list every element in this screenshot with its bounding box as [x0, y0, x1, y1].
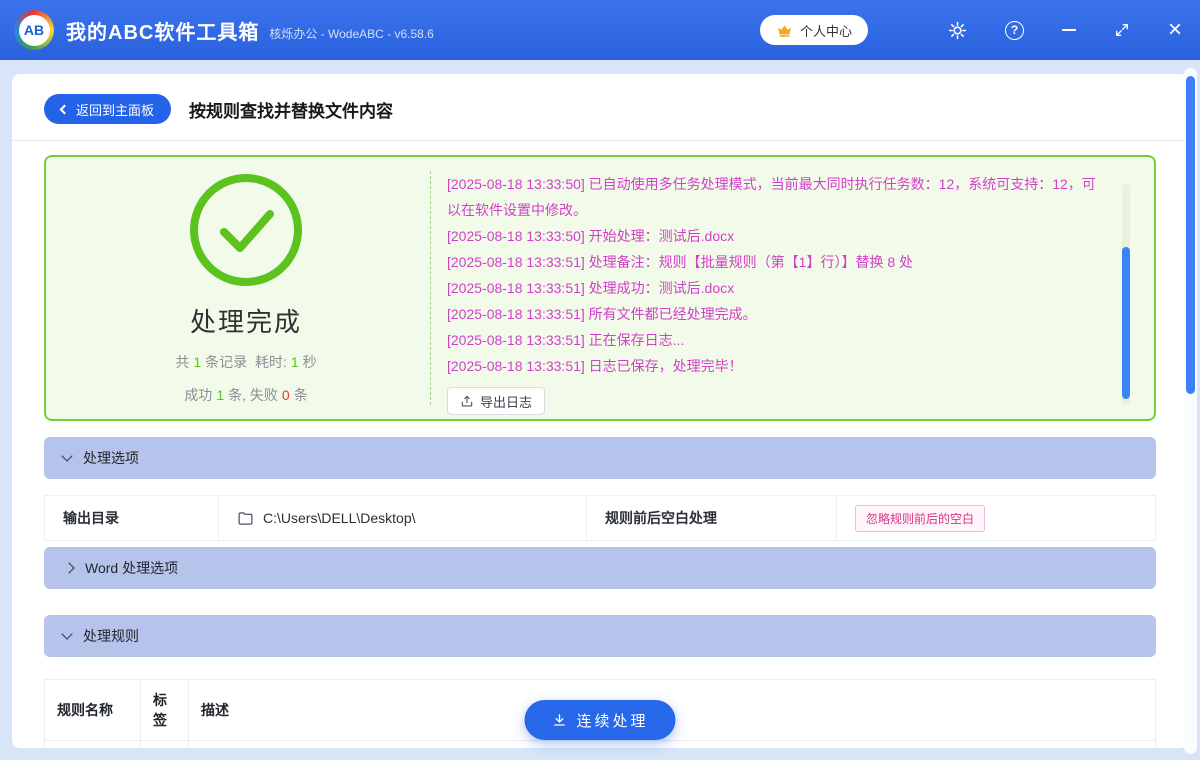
log-scrollbar-track[interactable] [1122, 183, 1130, 405]
rule-table-row[interactable]: 默认规则 规则类型：查找并替换文本，查找类型：批量精确文本，在这些内容中逐行查找… [44, 740, 1156, 748]
log-area: [2025-08-18 13:33:50] 已自动使用多任务处理模式，当前最大同… [431, 169, 1138, 415]
column-header-tag: 标签 [140, 679, 189, 741]
log-line: [2025-08-18 13:33:51] 日志已保存，处理完毕！ [447, 358, 743, 374]
log-line: [2025-08-18 13:33:51] 正在保存日志... [447, 332, 685, 348]
page-header: 返回到主面板 按规则查找并替换文件内容 [12, 74, 1188, 141]
continue-icon [554, 714, 565, 726]
main-card: 返回到主面板 按规则查找并替换文件内容 处理完成 共 1 条记录 耗时: 1 秒 成功 1… [12, 74, 1188, 748]
stats-result-line: 成功 1 条, 失败 0 条 [184, 386, 308, 403]
app-logo-text: AB [18, 14, 50, 46]
minimize-icon [1061, 29, 1076, 31]
section-header-word-options[interactable]: Word 处理选项 [44, 547, 1156, 589]
stats-total-line: 共 1 条记录 耗时: 1 秒 [175, 353, 317, 370]
chevron-down-icon [61, 628, 73, 640]
close-button[interactable]: × [1168, 18, 1182, 42]
whitespace-ignore-tag[interactable]: 忽略规则前后的空白 [855, 504, 986, 532]
log-line: [2025-08-18 13:33:50] 已自动使用多任务处理模式，当前最大同… [447, 176, 1096, 218]
output-dir-value: C:\Users\DELL\Desktop\ [263, 510, 416, 526]
rule-description-cell: 规则类型：查找并替换文本，查找类型：批量精确文本，在这些内容中逐行查找替换，查找… [188, 740, 1156, 748]
help-button[interactable]: ? [1004, 20, 1024, 40]
log-line: [2025-08-18 13:33:51] 所有文件都已经处理完成。 [447, 306, 757, 322]
close-icon: × [1167, 16, 1182, 43]
result-panel: 处理完成 共 1 条记录 耗时: 1 秒 成功 1 条, 失败 0 条 [2025-08-18 … [44, 155, 1156, 421]
resize-button[interactable] [1114, 22, 1130, 38]
status-title: 处理完成 [189, 306, 302, 337]
section-header-processing-rules[interactable]: 处理规则 [44, 615, 1156, 657]
fail-count: 0 [281, 386, 290, 403]
total-count: 1 [193, 353, 202, 370]
back-to-dashboard-button[interactable]: 返回到主面板 [44, 94, 172, 124]
app-title: 我的ABC软件工具箱 [66, 21, 260, 44]
rule-tag-cell [140, 740, 189, 748]
folder-icon [238, 511, 253, 525]
result-summary: 处理完成 共 1 条记录 耗时: 1 秒 成功 1 条, 失败 0 条 [62, 169, 430, 407]
expand-icon [1115, 24, 1128, 36]
section-title: 处理选项 [83, 450, 139, 466]
app-subtitle: 核烁办公 - WodeABC - v6.58.6 [269, 27, 434, 41]
export-log-label: 导出日志 [480, 394, 533, 410]
settings-button[interactable] [948, 21, 967, 40]
chevron-left-icon [59, 104, 70, 114]
section-title: 处理规则 [83, 628, 139, 644]
chevron-right-icon [63, 562, 75, 574]
titlebar: AB 我的ABC软件工具箱 核烁办公 - WodeABC - v6.58.6 个… [0, 0, 1200, 60]
output-dir-field[interactable]: C:\Users\DELL\Desktop\ [219, 496, 587, 540]
export-log-button[interactable]: 导出日志 [447, 387, 546, 415]
log-line: [2025-08-18 13:33:51] 处理备注：规则【批量规则（第【1】行… [447, 254, 914, 270]
whitespace-option-cell: 忽略规则前后的空白 [837, 496, 1155, 540]
rule-name-cell: 默认规则 [44, 740, 141, 748]
continue-processing-button[interactable]: 连续处理 [524, 700, 676, 740]
section-title: Word 处理选项 [85, 560, 179, 576]
options-row: 输出目录 C:\Users\DELL\Desktop\ 规则前后空白处理 忽略规… [44, 495, 1156, 541]
section-header-processing-options[interactable]: 处理选项 [44, 437, 1156, 479]
export-icon [461, 395, 473, 407]
success-check-icon [190, 173, 302, 286]
titlebar-controls: 个人中心 ? × [759, 15, 1182, 45]
vip-crown-icon [778, 25, 791, 37]
user-center-button[interactable]: 个人中心 [759, 15, 868, 45]
log-line: [2025-08-18 13:33:50] 开始处理：测试后.docx [447, 228, 735, 244]
page-scrollbar-track[interactable] [1184, 68, 1197, 754]
app-logo-icon: AB [14, 10, 54, 50]
time-value: 1 [290, 353, 299, 370]
back-button-label: 返回到主面板 [76, 102, 155, 118]
column-header-rule-name: 规则名称 [44, 679, 141, 741]
output-dir-label: 输出目录 [45, 496, 219, 540]
continue-processing-label: 连续处理 [576, 712, 649, 730]
log-scrollbar-thumb[interactable] [1122, 247, 1130, 399]
page-scrollbar-thumb[interactable] [1186, 76, 1195, 394]
whitespace-label: 规则前后空白处理 [587, 496, 837, 540]
success-count: 1 [216, 386, 225, 403]
chevron-down-icon [61, 450, 73, 462]
log-line: [2025-08-18 13:33:51] 处理成功：测试后.docx [447, 280, 735, 296]
gear-icon [948, 21, 967, 39]
help-icon: ? [1004, 20, 1024, 40]
page-title: 按规则查找并替换文件内容 [189, 101, 394, 121]
user-center-label: 个人中心 [799, 23, 852, 39]
minimize-button[interactable] [1061, 29, 1076, 31]
